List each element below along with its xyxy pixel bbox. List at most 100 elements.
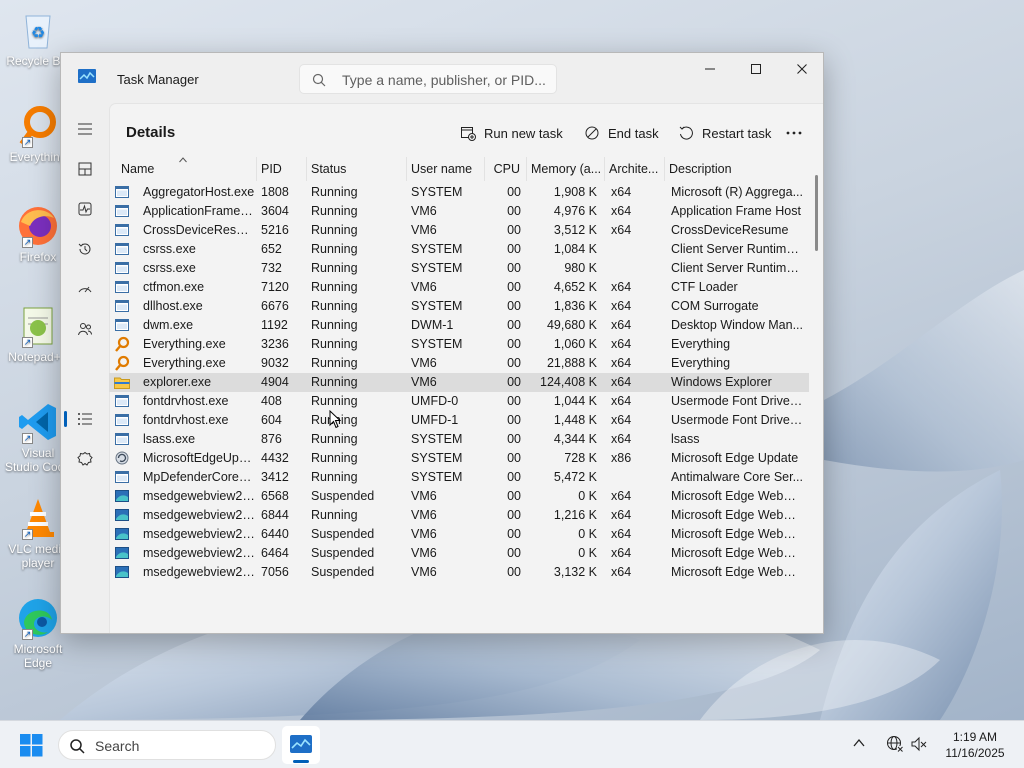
nav-app-history[interactable] xyxy=(69,233,101,265)
cell-user-name: SYSTEM xyxy=(411,185,463,199)
table-row[interactable]: lsass.exe 876 Running SYSTEM 00 4,344 K x64 lsa… xyxy=(109,430,809,449)
nav-services[interactable] xyxy=(69,443,101,475)
minimize-button[interactable] xyxy=(687,53,733,85)
title-bar[interactable]: Task Manager xyxy=(61,53,823,103)
taskbar-search-box[interactable]: Search xyxy=(58,730,276,760)
cell-description: Client Server Runtime ... xyxy=(671,242,803,256)
cell-status: Running xyxy=(311,508,358,522)
column-header-name[interactable]: Name xyxy=(117,157,257,181)
cell-memory: 21,888 K xyxy=(546,356,597,370)
cell-status: Running xyxy=(311,394,358,408)
cell-description: Application Frame Host xyxy=(671,204,801,218)
table-row[interactable]: CrossDeviceResume.... 5216 Running VM6 00 3,5… xyxy=(109,221,809,240)
end-task-button[interactable]: End task xyxy=(584,118,659,148)
nav-processes[interactable] xyxy=(69,153,101,185)
cell-cpu: 00 xyxy=(507,204,521,218)
table-row[interactable]: MpDefenderCoreSer... 3412 Running SYSTEM 00 5… xyxy=(109,468,809,487)
table-row[interactable]: MicrosoftEdgeUpdat... 4432 Running SYSTEM 00… xyxy=(109,449,809,468)
nav-menu-button[interactable] xyxy=(69,113,101,145)
run-new-task-button[interactable]: Run new task xyxy=(460,118,563,148)
cell-status: Suspended xyxy=(311,565,375,579)
table-row[interactable]: msedgewebview2.exe 6464 Suspended VM6 00 0 K x… xyxy=(109,544,809,563)
cell-description: COM Surrogate xyxy=(671,299,759,313)
table-header: Name PID Status User name CPU Memory (a.… xyxy=(109,157,809,181)
nav-users[interactable] xyxy=(69,313,101,345)
search-input[interactable] xyxy=(340,69,550,91)
table-row[interactable]: explorer.exe 4904 Running VM6 00 124,408 K x64… xyxy=(109,373,809,392)
cell-memory: 36,412 K xyxy=(527,582,597,585)
table-body: AggregatorHost.exe 1808 Running SYSTEM 00 1,9… xyxy=(109,183,809,585)
nav-details[interactable] xyxy=(69,403,101,435)
column-header-memory[interactable]: Memory (a... xyxy=(527,157,605,181)
table-row[interactable]: ctfmon.exe 7120 Running VM6 00 4,652 K x64 CTF … xyxy=(109,278,809,297)
table-row[interactable]: Everything.exe 9032 Running VM6 00 21,888 K x6… xyxy=(109,354,809,373)
firefox-icon: ↗ xyxy=(16,204,60,248)
column-header-user-name[interactable]: User name xyxy=(407,157,485,181)
cell-pid: 408 xyxy=(261,394,282,408)
cell-cpu: 00 xyxy=(507,394,521,408)
minimize-icon xyxy=(705,68,715,70)
cell-pid: 4432 xyxy=(261,451,289,465)
table-row[interactable]: msedgewebview2.exe 1404 Suspended VM600 36,4… xyxy=(109,582,809,585)
cell-pid: 876 xyxy=(261,432,282,446)
column-header-pid[interactable]: PID xyxy=(257,157,307,181)
webview-window-icon xyxy=(115,547,129,559)
close-button[interactable] xyxy=(779,53,823,85)
volume-muted-icon[interactable] xyxy=(910,735,928,753)
table-row[interactable]: Everything.exe 3236 Running SYSTEM 00 1,060 K… xyxy=(109,335,809,354)
table-row[interactable]: csrss.exe 652 Running SYSTEM 00 1,084 K Client… xyxy=(109,240,809,259)
table-row[interactable]: dwm.exe 1192 Running DWM-1 00 49,680 K x64 Desk… xyxy=(109,316,809,335)
navigation-pane xyxy=(61,103,109,633)
cell-architecture: x64 xyxy=(611,489,632,503)
search-icon xyxy=(70,739,85,754)
cell-name: fontdrvhost.exe xyxy=(143,394,229,408)
table-row[interactable]: dllhost.exe 6676 Running SYSTEM 00 1,836 K x64… xyxy=(109,297,809,316)
start-button[interactable] xyxy=(14,731,48,761)
show-hidden-icons-chevron-icon[interactable] xyxy=(852,736,866,750)
restart-task-button[interactable]: Restart task xyxy=(678,118,771,148)
table-row[interactable]: msedgewebview2.exe 6440 Suspended VM6 00 0 K x… xyxy=(109,525,809,544)
system-clock[interactable]: 1:19 AM 11/16/2025 xyxy=(938,729,1012,761)
table-row[interactable]: ApplicationFrameHo... 3604 Running VM6 00 4,9… xyxy=(109,202,809,221)
app-history-icon xyxy=(78,243,91,255)
column-header-description[interactable]: Description xyxy=(665,157,809,181)
cell-description: Usermode Font Driver ... xyxy=(671,394,803,408)
cell-name: msedgewebview2.exe xyxy=(143,489,255,503)
processes-icon xyxy=(78,162,92,176)
vertical-scrollbar-thumb[interactable] xyxy=(815,175,818,251)
cell-name: Everything.exe xyxy=(143,356,226,370)
table-row[interactable]: msedgewebview2.exe 7056 Suspended VM6 00 3,13… xyxy=(109,563,809,582)
cell-cpu: 00 xyxy=(507,413,521,427)
table-row[interactable]: msedgewebview2.exe 6568 Suspended VM6 00 0 K x… xyxy=(109,487,809,506)
maximize-button[interactable] xyxy=(733,53,779,85)
table-row[interactable]: AggregatorHost.exe 1808 Running SYSTEM 00 1,9… xyxy=(109,183,809,202)
cell-architecture: x64 xyxy=(611,413,632,427)
column-header-cpu[interactable]: CPU xyxy=(485,157,527,181)
cell-pid: 1192 xyxy=(261,318,288,332)
column-header-architecture[interactable]: Archite... xyxy=(605,157,665,181)
table-row[interactable]: msedgewebview2.exe 6844 Running VM6 00 1,216 … xyxy=(109,506,809,525)
cell-architecture: x86 xyxy=(611,451,632,465)
cell-name: dllhost.exe xyxy=(143,299,203,313)
file-explorer-folder-icon xyxy=(114,377,130,389)
cell-name: msedgewebview2.exe xyxy=(143,508,255,522)
cell-description: Everything xyxy=(671,356,731,370)
table-row[interactable]: csrss.exe 732 Running SYSTEM 00 980 K Client S… xyxy=(109,259,809,278)
column-header-status[interactable]: Status xyxy=(307,157,407,181)
everything-icon: ↗ xyxy=(16,104,60,148)
nav-performance[interactable] xyxy=(69,193,101,225)
cell-cpu: 00 xyxy=(507,527,521,541)
cell-status: Running xyxy=(311,318,358,332)
cell-status: Suspended xyxy=(311,527,375,541)
search-box[interactable] xyxy=(299,64,557,94)
cell-pid: 5216 xyxy=(261,223,289,237)
network-globe-icon[interactable] xyxy=(886,735,904,753)
taskbar-task-manager-button[interactable] xyxy=(282,726,320,764)
more-options-button[interactable] xyxy=(778,118,810,148)
nav-startup-apps[interactable] xyxy=(69,273,101,305)
table-row[interactable]: fontdrvhost.exe 408 Running UMFD-0 00 1,044 K… xyxy=(109,392,809,411)
table-row[interactable]: fontdrvhost.exe 604 Running UMFD-1 00 1,448 K… xyxy=(109,411,809,430)
cell-cpu: 00 xyxy=(507,337,521,351)
cell-user-name: SYSTEM xyxy=(411,451,463,465)
vlc-cone-icon: ↗ xyxy=(16,496,60,540)
